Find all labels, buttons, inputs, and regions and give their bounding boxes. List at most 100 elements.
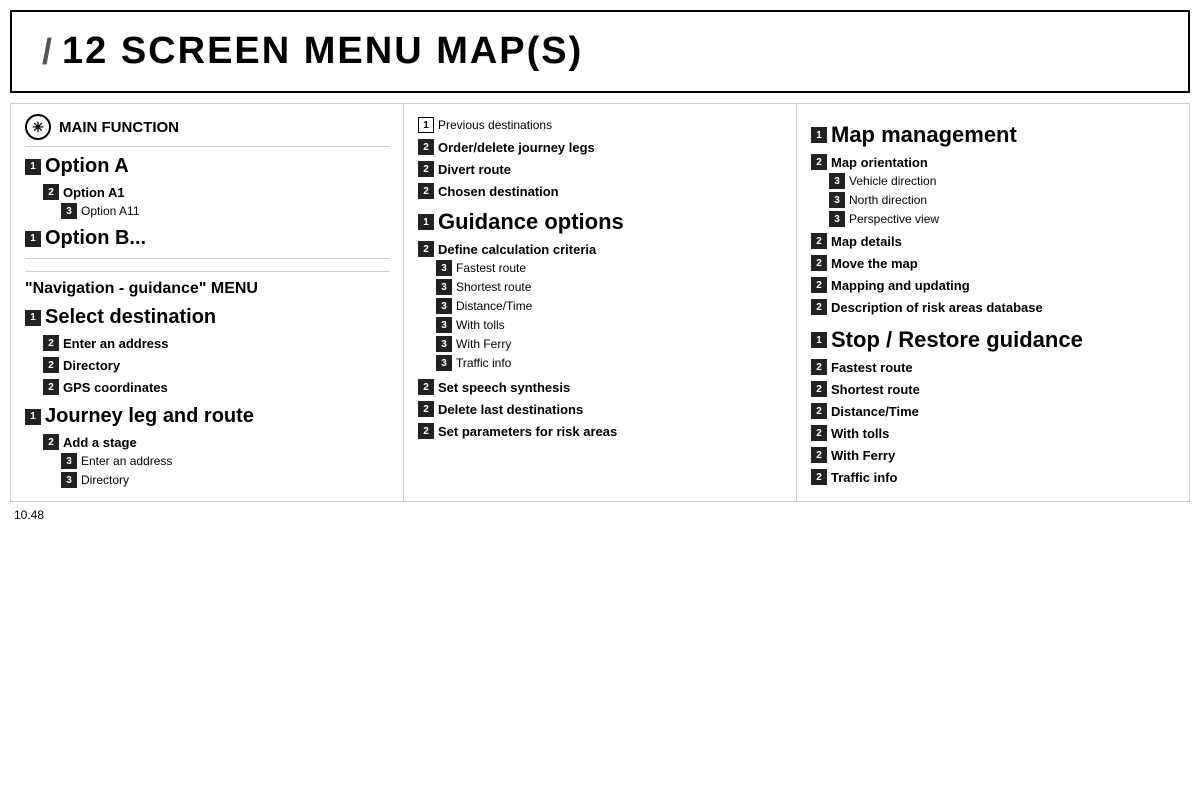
chosen-dest-badge: 2 [418,183,434,199]
perspective-view-label: Perspective view [849,212,939,226]
perspective-view-badge: 3 [829,211,845,227]
prev-dest-row: 1 Previous destinations [418,117,782,133]
define-calc-label: Define calculation criteria [438,242,596,257]
map-management-label: Map management [831,122,1017,148]
map-management-header: 1 Map management [811,122,1175,148]
vehicle-direction-label: Vehicle direction [849,174,936,188]
guidance-options-label: Guidance options [438,209,624,235]
speech-synthesis-row: 2 Set speech synthesis [418,379,782,395]
with-ferry-label: With Ferry [456,337,511,351]
journey-directory-label: Directory [81,473,129,487]
with-ferry-row: 3 With Ferry [418,336,782,352]
title-slash: / [42,31,52,73]
map-management-badge: 1 [811,127,827,143]
perspective-view-row: 3 Perspective view [811,211,1175,227]
mapping-updating-label: Mapping and updating [831,278,970,293]
risk-areas-db-label: Description of risk areas database [831,300,1043,315]
select-dest-badge: 1 [25,310,41,326]
option-b-badge: 1 [25,231,41,247]
stop-restore-badge: 1 [811,332,827,348]
add-stage-label: Add a stage [63,435,137,450]
guidance-options-badge: 1 [418,214,434,230]
fastest-route-label: Fastest route [456,261,526,275]
sr-with-ferry-badge: 2 [811,447,827,463]
delete-last-dest-row: 2 Delete last destinations [418,401,782,417]
nav-menu-label: "Navigation - guidance" MENU [25,271,389,298]
sr-fastest-badge: 2 [811,359,827,375]
shortest-route-label: Shortest route [456,280,531,294]
main-function-header: ✳ MAIN FUNCTION [25,114,389,147]
option-a11-badge: 3 [61,203,77,219]
define-calc-badge: 2 [418,241,434,257]
select-destination-header: 1 Select destination [25,306,389,329]
content-area: ✳ MAIN FUNCTION 1 Option A 2 Option A1 3… [10,103,1190,502]
map-details-row: 2 Map details [811,233,1175,249]
traffic-info-label: Traffic info [456,356,511,370]
order-delete-label: Order/delete journey legs [438,140,595,155]
prev-dest-label: Previous destinations [438,118,552,132]
option-a1-label: Option A1 [63,185,125,200]
directory-row: 2 Directory [25,357,389,373]
page-title: 12 SCREEN MENU MAP(S) [62,30,583,73]
column-3: 1 Map management 2 Map orientation 3 Veh… [797,104,1189,501]
vehicle-direction-row: 3 Vehicle direction [811,173,1175,189]
gps-label: GPS coordinates [63,380,168,395]
with-ferry-badge: 3 [436,336,452,352]
gps-badge: 2 [43,379,59,395]
sr-traffic-info-badge: 2 [811,469,827,485]
fastest-route-badge: 3 [436,260,452,276]
delete-last-dest-label: Delete last destinations [438,402,583,417]
divert-route-row: 2 Divert route [418,161,782,177]
add-stage-row: 2 Add a stage [25,434,389,450]
fastest-route-row: 3 Fastest route [418,260,782,276]
column-2: 1 Previous destinations 2 Order/delete j… [404,104,797,501]
sr-traffic-info-row: 2 Traffic info [811,469,1175,485]
risk-areas-row: 2 Set parameters for risk areas [418,423,782,439]
page-title-block: / 12 SCREEN MENU MAP(S) [10,10,1190,93]
select-dest-label: Select destination [45,306,216,329]
delete-last-dest-badge: 2 [418,401,434,417]
gps-row: 2 GPS coordinates [25,379,389,395]
sr-shortest-label: Shortest route [831,382,920,397]
speech-synthesis-badge: 2 [418,379,434,395]
sr-with-ferry-row: 2 With Ferry [811,447,1175,463]
sr-with-tolls-badge: 2 [811,425,827,441]
sr-fastest-row: 2 Fastest route [811,359,1175,375]
order-delete-row: 2 Order/delete journey legs [418,139,782,155]
north-direction-badge: 3 [829,192,845,208]
chosen-dest-row: 2 Chosen destination [418,183,782,199]
traffic-info-row: 3 Traffic info [418,355,782,371]
journey-enter-address-row: 3 Enter an address [25,453,389,469]
sr-with-tolls-label: With tolls [831,426,889,441]
option-a1-badge: 2 [43,184,59,200]
nav-divider [25,258,389,259]
distance-time-row: 3 Distance/Time [418,298,782,314]
sr-shortest-badge: 2 [811,381,827,397]
map-orientation-label: Map orientation [831,155,928,170]
journey-leg-label: Journey leg and route [45,405,254,428]
main-function-label: MAIN FUNCTION [59,119,179,136]
option-b-header: 1 Option B... [25,227,389,250]
add-stage-badge: 2 [43,434,59,450]
journey-enter-address-badge: 3 [61,453,77,469]
journey-enter-address-label: Enter an address [81,454,172,468]
mapping-updating-row: 2 Mapping and updating [811,277,1175,293]
vehicle-direction-badge: 3 [829,173,845,189]
chosen-dest-label: Chosen destination [438,184,559,199]
directory-badge: 2 [43,357,59,373]
north-direction-label: North direction [849,193,927,207]
journey-leg-badge: 1 [25,409,41,425]
sr-traffic-info-label: Traffic info [831,470,897,485]
with-tolls-badge: 3 [436,317,452,333]
map-orientation-row: 2 Map orientation [811,154,1175,170]
directory-label: Directory [63,358,120,373]
option-a-badge: 1 [25,159,41,175]
guidance-options-header: 1 Guidance options [418,209,782,235]
distance-time-badge: 3 [436,298,452,314]
stop-restore-header: 1 Stop / Restore guidance [811,327,1175,353]
shortest-route-badge: 3 [436,279,452,295]
traffic-info-badge: 3 [436,355,452,371]
risk-areas-badge: 2 [418,423,434,439]
sr-distance-time-badge: 2 [811,403,827,419]
speech-synthesis-label: Set speech synthesis [438,380,570,395]
